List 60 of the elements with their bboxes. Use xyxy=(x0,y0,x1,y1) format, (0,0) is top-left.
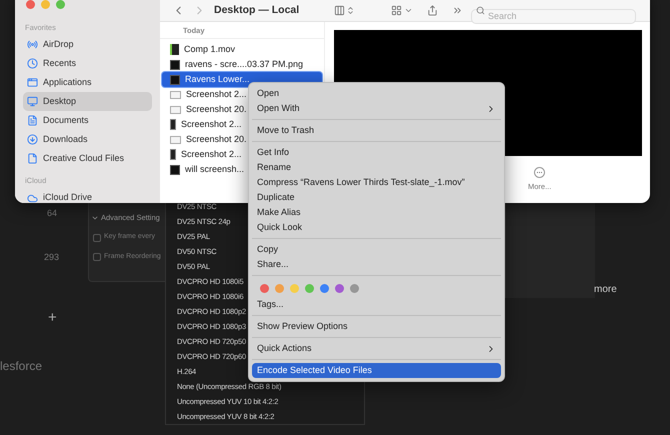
sidebar-item[interactable]: iCloud Drive xyxy=(23,188,152,203)
download-icon xyxy=(27,134,38,146)
file-thumbnail-icon xyxy=(170,119,176,130)
document-icon xyxy=(27,115,38,126)
file-thumbnail-icon xyxy=(170,44,179,55)
value-label: + xyxy=(48,308,57,328)
checkbox[interactable] xyxy=(93,234,101,242)
menu-item[interactable]: Move to Trash xyxy=(252,123,501,138)
cloud-icon xyxy=(27,192,38,203)
sidebar-item[interactable]: Downloads xyxy=(23,130,152,150)
sidebar-item[interactable]: Recents xyxy=(23,54,152,74)
more-tools-icon[interactable] xyxy=(452,5,463,16)
menu-item[interactable]: Make Alias xyxy=(252,205,501,220)
updown-icon[interactable] xyxy=(346,6,355,15)
window-title: Desktop — Local xyxy=(214,2,300,18)
menu-item[interactable]: Rename xyxy=(252,160,501,175)
file-row[interactable]: ravens - scre....03.37 PM.png xyxy=(162,57,322,72)
file-thumbnail-icon xyxy=(170,164,180,174)
menu-item[interactable]: Share... xyxy=(252,257,501,272)
grid-view-icon[interactable] xyxy=(391,5,402,16)
menu-item[interactable]: Quick Actions xyxy=(252,341,501,356)
menu-item[interactable]: Compress “Ravens Lower Thirds Test-slate_-1.mov” xyxy=(252,175,501,190)
sidebar-item[interactable]: AirDrop xyxy=(23,35,152,54)
column-view-icon[interactable] xyxy=(334,5,345,16)
chevron-icon[interactable] xyxy=(404,6,413,15)
airdrop-icon xyxy=(27,39,38,50)
menu-item[interactable]: Get Info xyxy=(252,145,501,160)
file-thumbnail-icon xyxy=(170,106,181,114)
sidebar-item[interactable]: Documents xyxy=(23,111,152,130)
maximize-window-icon[interactable] xyxy=(56,0,65,9)
file-thumbnail-icon xyxy=(170,149,176,160)
file-row[interactable]: Comp 1.mov xyxy=(162,42,322,57)
value-label: lesforce xyxy=(0,358,42,375)
search-icon xyxy=(476,6,485,15)
menu-item[interactable]: Copy xyxy=(252,242,501,257)
sidebar-item[interactable]: Applications xyxy=(23,73,152,92)
value-label: 293 xyxy=(44,251,60,264)
menu-item[interactable]: Show Preview Options xyxy=(252,319,501,334)
sidebar-item[interactable]: Creative Cloud Files xyxy=(23,149,152,168)
file-icon xyxy=(27,153,38,164)
minimize-window-icon[interactable] xyxy=(41,0,50,9)
search-field[interactable]: Search xyxy=(471,8,636,24)
menu-item[interactable]: Duplicate xyxy=(252,190,501,205)
menu-item[interactable]: Quick Look xyxy=(252,220,501,235)
menu-item[interactable]: Open xyxy=(252,86,501,101)
file-thumbnail-icon xyxy=(170,136,181,144)
file-thumbnail-icon xyxy=(170,90,181,98)
value-label: 64 xyxy=(47,207,58,220)
sidebar-item[interactable]: Desktop xyxy=(23,92,152,112)
menu-item[interactable]: Tags... xyxy=(252,297,501,312)
monitor-icon xyxy=(27,96,38,108)
checkbox[interactable] xyxy=(93,253,101,261)
share-icon[interactable] xyxy=(427,5,438,16)
applications-icon xyxy=(27,77,38,88)
menu-item[interactable]: Open With xyxy=(252,101,501,116)
more-link[interactable]: more xyxy=(594,282,617,297)
clock-icon xyxy=(27,58,38,70)
close-window-icon[interactable] xyxy=(26,0,35,9)
menu-item[interactable]: Encode Selected Video Files xyxy=(252,363,501,378)
more-icon[interactable] xyxy=(534,167,546,178)
